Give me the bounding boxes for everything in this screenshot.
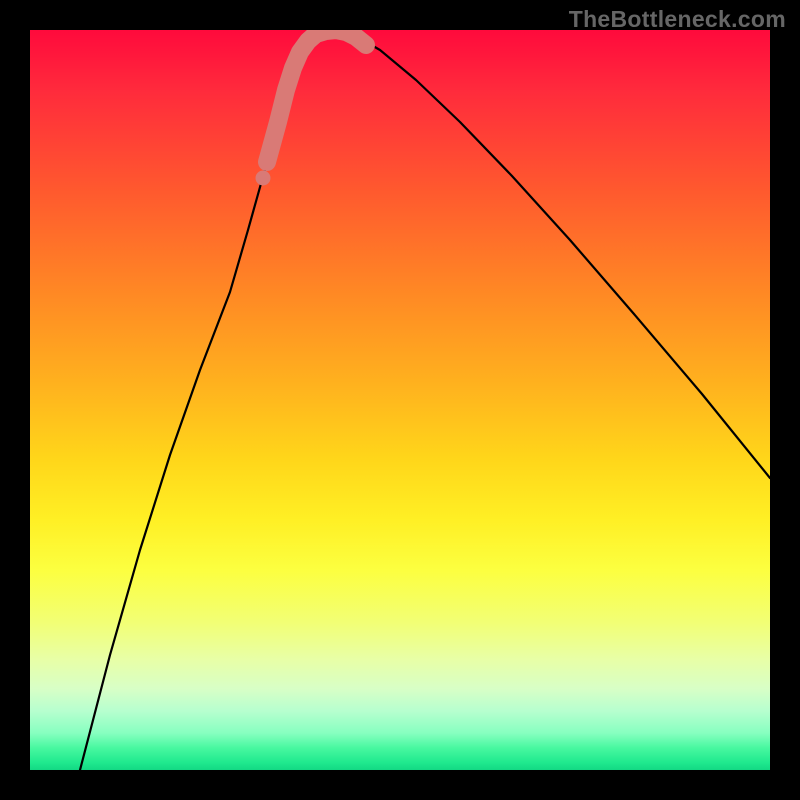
highlighted-range-markers: [30, 30, 770, 770]
chart-root: TheBottleneck.com: [0, 0, 800, 800]
watermark-label: TheBottleneck.com: [569, 6, 786, 33]
plot-area: [30, 30, 770, 770]
